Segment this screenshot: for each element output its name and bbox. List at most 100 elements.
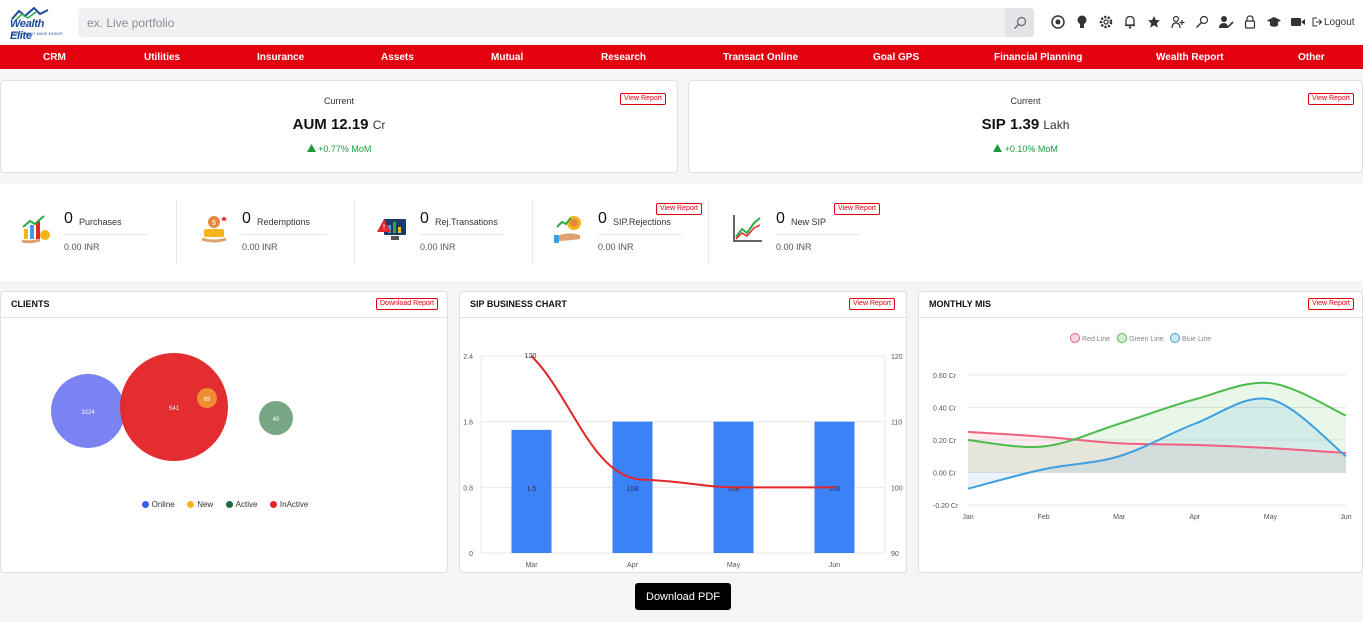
clients-download-report-button[interactable]: Download Report	[376, 298, 439, 310]
sip-rejections-icon	[554, 216, 581, 243]
stat-count: 0	[242, 210, 251, 227]
bubble-inactive-label: 541	[169, 406, 180, 412]
menu-item-wealth-report[interactable]: Wealth Report	[1156, 52, 1224, 63]
legend-label: Active	[235, 500, 258, 509]
y-left-tick: 0	[469, 551, 473, 558]
menu-item-utilities[interactable]: Utilities	[144, 52, 180, 63]
svg-text:$: $	[212, 220, 216, 227]
search-button[interactable]	[1005, 8, 1034, 37]
menu-item-insurance[interactable]: Insurance	[257, 52, 304, 63]
sip-rejections-view-report-button[interactable]: View Report	[656, 203, 703, 215]
aum-name: AUM	[292, 116, 327, 133]
stat-count: 0	[420, 210, 429, 227]
graduation-cap-icon[interactable]	[1262, 12, 1286, 32]
up-arrow-icon	[306, 144, 316, 152]
menu-item-transact-online[interactable]: Transact Online	[723, 52, 798, 63]
redemptions-icon: $	[201, 216, 227, 243]
key-icon[interactable]	[1190, 12, 1214, 32]
stat-divider	[420, 234, 504, 235]
stat-amount: 0.00 INR	[64, 242, 100, 252]
stat-rejected-transactions[interactable]: ! 0 Rej.Transations 0.00 INR	[356, 200, 534, 264]
download-pdf-button[interactable]: Download PDF	[635, 583, 731, 610]
menu-item-assets[interactable]: Assets	[381, 52, 414, 63]
stat-divider	[242, 234, 326, 235]
x-tick: Jun	[829, 562, 840, 569]
legend-dot	[269, 501, 277, 508]
sip-label: Current	[1010, 96, 1041, 106]
logo[interactable]: Wealth Elite INVESTMENT MADE EASIER	[10, 7, 66, 42]
sip-business-view-report-button[interactable]: View Report	[849, 298, 896, 310]
sip-business-chart: 00.81.62.4901001101201.5Mar108Apr108May1…	[463, 353, 903, 569]
sip-unit: Lakh	[1043, 118, 1070, 132]
sip-amount: 1.39	[1009, 116, 1040, 133]
bulb-icon[interactable]	[1070, 12, 1094, 32]
user-add-icon[interactable]	[1166, 12, 1190, 32]
stat-amount: 0.00 INR	[776, 242, 812, 252]
stat-divider	[776, 234, 860, 235]
clients-bubble-chart: 3224 541 69 40	[51, 353, 293, 461]
stat-amount: 0.00 INR	[242, 242, 278, 252]
menu-item-research[interactable]: Research	[601, 52, 646, 63]
menu-item-other[interactable]: Other	[1298, 52, 1325, 63]
stat-name: Purchases	[79, 217, 122, 227]
rejected-transactions-icon: !	[377, 219, 406, 240]
svg-text:!: !	[383, 223, 385, 232]
x-tick: Mar	[525, 562, 538, 569]
monthly-mis-panel: MONTHLY MIS View Report 0.60 Cr 0.40 Cr 0.…	[918, 291, 1363, 573]
menu-item-mutual[interactable]: Mutual	[491, 52, 523, 63]
stat-redemptions[interactable]: $ 0 Redemptions 0.00 INR	[178, 200, 356, 264]
lock-icon[interactable]	[1238, 12, 1262, 32]
x-tick: Jun	[1340, 514, 1351, 521]
stat-separator	[176, 200, 177, 264]
sip-business-panel: SIP BUSINESS CHART View Report 0 0.8 1.6 2.…	[459, 291, 907, 573]
logo-subtitle: INVESTMENT MADE EASIER	[11, 32, 63, 36]
y-tick: 0.60 Cr	[933, 373, 957, 380]
aum-label: Current	[323, 96, 354, 106]
y-right-tick: 120	[891, 354, 903, 361]
sip-change: +0.10% MoM	[689, 144, 1362, 154]
menu-item-financial-planning[interactable]: Financial Planning	[994, 52, 1082, 63]
legend-online[interactable]: Online	[141, 500, 175, 509]
legend-marker	[1170, 333, 1180, 343]
clients-legend: Online New Active InActive	[1, 495, 447, 513]
gear-icon[interactable]	[1094, 12, 1118, 32]
x-tick: Mar	[1113, 514, 1126, 521]
y-left-tick: 0.8	[463, 485, 473, 492]
legend-label: Green Line	[1129, 336, 1164, 343]
legend-active[interactable]: Active	[225, 500, 258, 509]
y-tick: 0.00 Cr	[933, 471, 957, 478]
sip-change-text: +0.10% MoM	[1004, 144, 1058, 154]
legend-marker	[1070, 333, 1080, 343]
legend-dot	[141, 501, 149, 508]
stat-name: New SIP	[791, 217, 827, 227]
sip-business-title: SIP BUSINESS CHART	[470, 299, 567, 309]
target-icon[interactable]	[1046, 12, 1070, 32]
stat-new-sip[interactable]: View Report 0 New SIP 0.00 INR	[712, 200, 890, 264]
stat-sip-rejections[interactable]: View Report 0 SIP.Rejections 0.00 INR	[534, 200, 712, 264]
y-tick: 0.20 Cr	[933, 438, 957, 445]
logout-button[interactable]: Logout	[1312, 17, 1355, 28]
y-tick: 0.40 Cr	[933, 406, 957, 413]
legend-label: New	[197, 500, 214, 509]
video-icon[interactable]	[1286, 12, 1310, 32]
stat-count: 0	[64, 210, 73, 227]
clients-header: CLIENTS Download Report	[1, 292, 447, 318]
clients-panel: CLIENTS Download Report 3224 541 69 40 O…	[0, 291, 448, 573]
legend-label: Blue Line	[1182, 336, 1211, 343]
menu-item-goal-gps[interactable]: Goal GPS	[873, 52, 919, 63]
user-edit-icon[interactable]	[1214, 12, 1238, 32]
y-left-tick: 1.6	[463, 420, 473, 427]
aum-card: View Report Current AUM 12.19 Cr +0.77% …	[0, 80, 678, 173]
monthly-mis-view-report-button[interactable]: View Report	[1308, 298, 1355, 310]
bell-icon[interactable]	[1118, 12, 1142, 32]
stat-purchases[interactable]: 0 Purchases 0.00 INR	[0, 200, 178, 264]
menu-item-crm[interactable]: CRM	[43, 52, 66, 63]
stat-separator	[354, 200, 355, 264]
sip-name: SIP	[981, 116, 1006, 133]
search-input[interactable]	[78, 8, 1004, 37]
legend-new[interactable]: New	[187, 500, 213, 509]
legend-inactive[interactable]: InActive	[269, 500, 308, 509]
new-sip-view-report-button[interactable]: View Report	[834, 203, 881, 215]
stat-count: 0	[598, 210, 607, 227]
star-icon[interactable]	[1142, 12, 1166, 32]
